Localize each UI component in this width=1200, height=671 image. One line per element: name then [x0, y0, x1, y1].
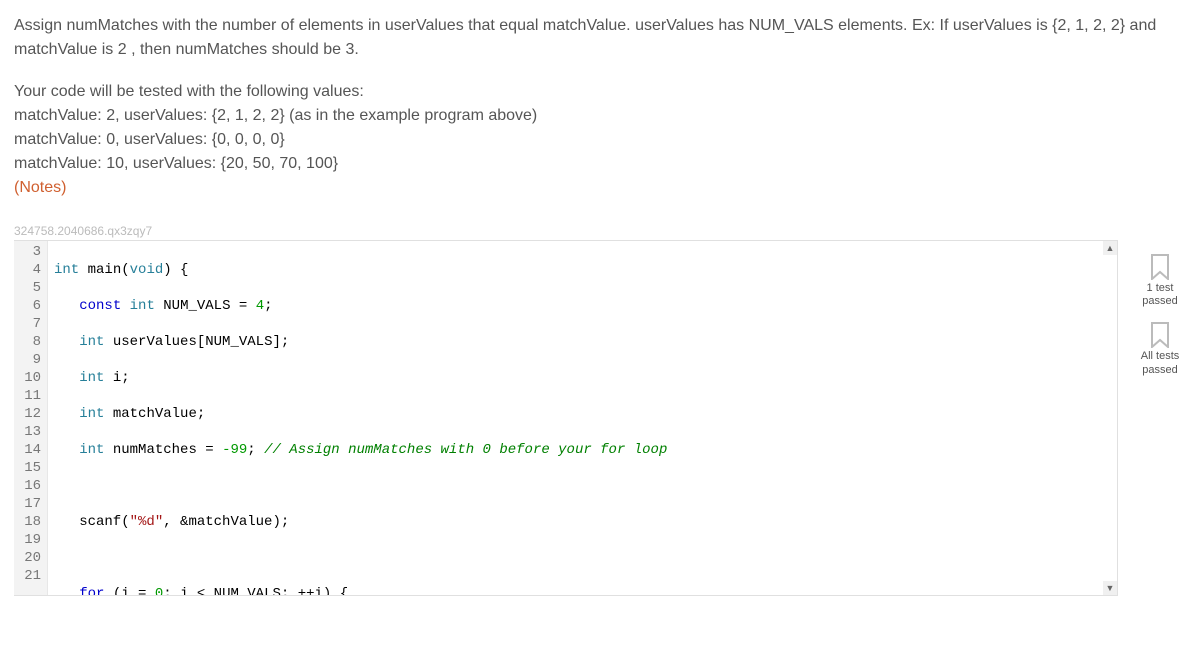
bookmark-icon [1151, 322, 1169, 348]
line-number: 11 [14, 387, 41, 405]
prompt-line-3: matchValue: 2, userValues: {2, 1, 2, 2} … [14, 104, 1186, 128]
line-number: 6 [14, 297, 41, 315]
line-number: 4 [14, 261, 41, 279]
prompt-line-2: Your code will be tested with the follow… [14, 80, 1186, 104]
line-number: 12 [14, 405, 41, 423]
line-number: 20 [14, 549, 41, 567]
passed-label: passed [1134, 364, 1186, 377]
watermark-id: 324758.2040686.qx3zqy7 [0, 200, 1200, 240]
test-status-sidebar: 1 test passed All tests passed [1134, 240, 1186, 391]
line-number-gutter: 3 4 5 6 7 8 9 10 11 12 13 14 15 16 17 18… [14, 241, 48, 595]
line-number: 14 [14, 441, 41, 459]
scroll-up-button[interactable]: ▲ [1103, 241, 1117, 255]
line-number: 5 [14, 279, 41, 297]
prompt-line-1: Assign numMatches with the number of ele… [14, 14, 1186, 62]
line-number: 16 [14, 477, 41, 495]
line-number: 13 [14, 423, 41, 441]
line-number: 10 [14, 369, 41, 387]
line-number: 15 [14, 459, 41, 477]
line-number: 3 [14, 243, 41, 261]
line-number: 9 [14, 351, 41, 369]
line-number: 21 [14, 567, 41, 585]
passed-label: passed [1134, 295, 1186, 308]
line-number: 19 [14, 531, 41, 549]
scroll-down-button[interactable]: ▼ [1103, 581, 1117, 595]
line-number: 18 [14, 513, 41, 531]
prompt-line-4: matchValue: 0, userValues: {0, 0, 0, 0} [14, 128, 1186, 152]
line-number: 7 [14, 315, 41, 333]
bookmark-icon [1151, 254, 1169, 280]
prompt-line-5: matchValue: 10, userValues: {20, 50, 70,… [14, 152, 1186, 176]
notes-link[interactable]: (Notes) [14, 179, 66, 196]
code-editor[interactable]: 3 4 5 6 7 8 9 10 11 12 13 14 15 16 17 18… [14, 240, 1118, 596]
line-number: 8 [14, 333, 41, 351]
all-tests-label: All tests [1134, 350, 1186, 363]
code-content[interactable]: int main(void) { const int NUM_VALS = 4;… [48, 241, 1105, 595]
one-test-label: 1 test [1134, 282, 1186, 295]
line-number: 17 [14, 495, 41, 513]
problem-statement: Assign numMatches with the number of ele… [0, 0, 1200, 200]
